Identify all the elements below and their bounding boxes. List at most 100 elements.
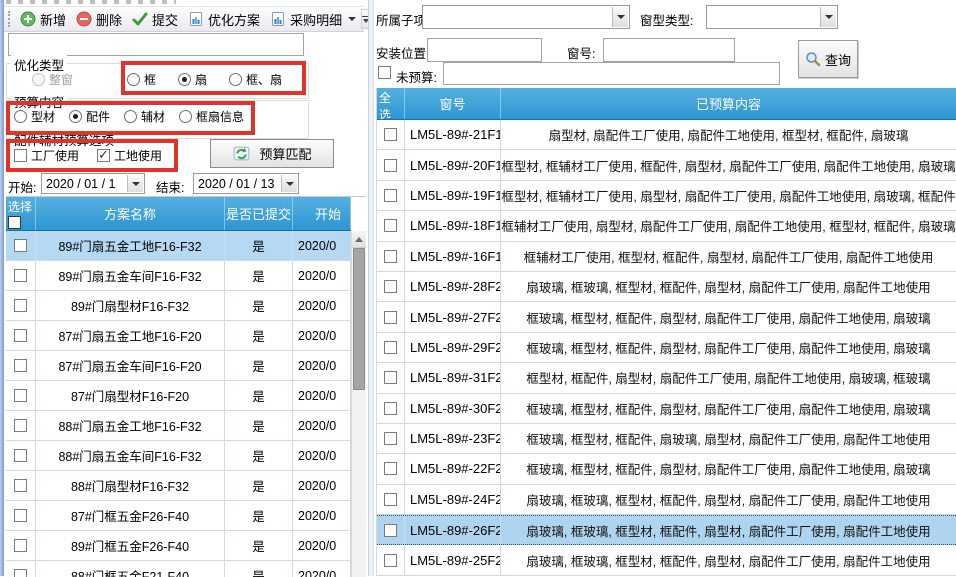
table-row[interactable]: 88#门扇五金车间F16-F32是2020/0 xyxy=(6,441,351,471)
table-row[interactable]: LM5L-89#-16F15框辅材工厂使用, 框型材, 框配件, 扇型材, 扇配… xyxy=(377,242,956,272)
row-checkbox[interactable] xyxy=(14,449,27,462)
row-checkbox[interactable] xyxy=(14,239,27,252)
chevron-down-icon[interactable] xyxy=(127,175,143,192)
table-row[interactable]: 89#门扇五金车间F16-F32是2020/0 xyxy=(6,261,351,291)
row-checkbox[interactable] xyxy=(14,389,27,402)
table-row[interactable]: 89#门框五金F26-F40是2020/0 xyxy=(6,531,351,561)
row-checkbox[interactable] xyxy=(14,509,27,522)
budget-content-column-header[interactable]: 已预算内容 xyxy=(501,88,956,119)
table-row[interactable]: LM5L-89#-21F19扇型材, 扇配件工厂使用, 扇配件工地使用, 框型材… xyxy=(377,120,956,150)
row-checkbox[interactable] xyxy=(384,371,397,384)
table-row[interactable]: 88#门框五金F21-F40是2020/0 xyxy=(6,561,351,577)
submitted-column-header[interactable]: 是否已提交 xyxy=(225,197,293,230)
table-row[interactable]: LM5L-89#-26F24扇玻璃, 框玻璃, 框型材, 框配件, 扇型材, 扇… xyxy=(377,515,956,545)
radio-accessory[interactable]: 配件 xyxy=(69,108,110,125)
table-row[interactable]: LM5L-89#-23F21框玻璃, 框型材, 框配件, 扇玻璃, 扇型材, 扇… xyxy=(377,424,956,454)
sub-item-combo[interactable] xyxy=(422,5,630,29)
no-budget-input[interactable] xyxy=(443,62,780,85)
table-row[interactable]: 87#门扇型材F16-F20是2020/0 xyxy=(6,381,351,411)
row-checkbox[interactable] xyxy=(14,359,27,372)
budget-match-button[interactable]: 预算匹配 xyxy=(210,139,334,168)
row-checkbox[interactable] xyxy=(384,280,397,293)
window-type-combo[interactable] xyxy=(706,5,838,29)
row-checkbox[interactable] xyxy=(384,219,397,232)
table-row[interactable]: LM5L-89#-25F23扇玻璃, 框玻璃, 框型材, 框配件, 扇型材, 扇… xyxy=(377,545,956,575)
table-row[interactable]: LM5L-89#-31F29框型材, 框配件, 扇型材, 扇配件工厂使用, 扇配… xyxy=(377,363,956,393)
chevron-down-icon[interactable] xyxy=(348,17,356,21)
plan-name-column-header[interactable]: 方案名称 xyxy=(36,197,225,230)
window-no-cell: LM5L-89#-16F15 xyxy=(405,242,501,271)
radio-whole-window[interactable]: 整窗 xyxy=(32,71,73,88)
table-row[interactable]: LM5L-89#-20F18框型材, 框辅材工厂使用, 框配件, 扇型材, 扇配… xyxy=(377,150,956,180)
query-button[interactable]: 查询 xyxy=(798,40,858,78)
submitted-cell: 是 xyxy=(225,411,293,440)
row-checkbox[interactable] xyxy=(14,269,27,282)
submit-button[interactable]: 提交 xyxy=(127,8,183,31)
table-row[interactable]: 87#门框五金F26-F40是2020/0 xyxy=(6,501,351,531)
row-checkbox[interactable] xyxy=(14,299,27,312)
row-checkbox[interactable] xyxy=(384,341,397,354)
table-row[interactable]: 88#门扇型材F16-F32是2020/0 xyxy=(6,471,351,501)
row-select-cell xyxy=(377,333,405,362)
row-checkbox[interactable] xyxy=(14,539,27,552)
table-row[interactable]: 87#门扇五金车间F16-F20是2020/0 xyxy=(6,351,351,381)
select-all-checkbox[interactable] xyxy=(8,216,21,229)
radio-profile[interactable]: 型材 xyxy=(14,108,55,125)
radio-frame[interactable]: 框 xyxy=(127,71,156,88)
table-row[interactable]: LM5L-89#-27F25框玻璃, 框型材, 框配件, 扇型材, 扇配件工厂使… xyxy=(377,302,956,332)
checkbox-factory-use[interactable]: 工厂使用 xyxy=(14,147,79,164)
row-checkbox[interactable] xyxy=(384,159,397,172)
table-row[interactable]: LM5L-89#-24F22扇玻璃, 框玻璃, 框型材, 框配件, 扇型材, 扇… xyxy=(377,485,956,515)
row-checkbox[interactable] xyxy=(14,329,27,342)
budget-content-cell: 扇玻璃, 框玻璃, 框型材, 框配件, 扇型材, 扇配件工厂使用, 扇配件工地使… xyxy=(501,272,956,301)
purchase-detail-button[interactable]: 采购明细 xyxy=(265,8,361,31)
scrollbar-thumb[interactable] xyxy=(353,248,365,390)
table-row[interactable]: 89#门扇型材F16-F32是2020/0 xyxy=(6,291,351,321)
submitted-cell: 是 xyxy=(225,381,293,410)
table-row[interactable]: LM5L-89#-29F27框玻璃, 框型材, 框配件, 扇型材, 扇配件工厂使… xyxy=(377,333,956,363)
row-checkbox[interactable] xyxy=(384,402,397,415)
row-checkbox[interactable] xyxy=(384,189,397,202)
add-button[interactable]: 新增 xyxy=(15,8,71,31)
end-date-picker[interactable]: 2020 / 01 / 13 xyxy=(193,173,299,194)
toolbar-grip-handle[interactable] xyxy=(8,11,10,27)
window-no-column-header[interactable]: 窗号 xyxy=(405,88,501,119)
vertical-scrollbar[interactable] xyxy=(351,231,366,577)
row-checkbox[interactable] xyxy=(14,479,27,492)
radio-aux-material[interactable]: 辅材 xyxy=(124,108,165,125)
chevron-down-icon[interactable] xyxy=(281,175,297,192)
chevron-down-icon[interactable] xyxy=(820,7,836,27)
table-row[interactable]: LM5L-89#-19F17框型材, 框辅材工厂使用, 扇型材, 扇配件工厂使用… xyxy=(377,181,956,211)
checkbox-site-use[interactable]: 工地使用 xyxy=(97,147,162,164)
table-row[interactable]: LM5L-89#-28F26扇玻璃, 框玻璃, 框型材, 框配件, 扇型材, 扇… xyxy=(377,272,956,302)
table-row[interactable]: LM5L-89#-22F20框玻璃, 框型材, 框配件, 扇型材, 扇配件工厂使… xyxy=(377,454,956,484)
row-checkbox[interactable] xyxy=(384,128,397,141)
start-column-header[interactable]: 开始 xyxy=(293,197,351,230)
table-row[interactable]: 88#门扇五金工地F16-F32是2020/0 xyxy=(6,411,351,441)
optimize-plan-button[interactable]: 优化方案 xyxy=(183,8,265,31)
plan-search-input[interactable] xyxy=(8,33,304,56)
no-budget-checkbox[interactable] xyxy=(378,66,391,79)
table-row[interactable]: LM5L-89#-30F28框玻璃, 框型材, 框配件, 扇型材, 扇配件工厂使… xyxy=(377,394,956,424)
submitted-cell: 是 xyxy=(225,561,293,577)
row-checkbox[interactable] xyxy=(384,554,397,567)
start-date-picker[interactable]: 2020 / 01 / 1 xyxy=(41,173,145,194)
table-row[interactable]: 87#门扇五金工地F16-F20是2020/0 xyxy=(6,321,351,351)
table-row[interactable]: LM5L-89#-18F16框辅材工厂使用, 扇型材, 扇配件工厂使用, 扇配件… xyxy=(377,211,956,241)
install-position-input[interactable] xyxy=(427,38,542,62)
radio-frame-sash[interactable]: 框、扇 xyxy=(229,71,282,88)
row-checkbox[interactable] xyxy=(384,524,397,537)
delete-button[interactable]: 删除 xyxy=(71,8,127,31)
radio-frame-sash-info[interactable]: 框扇信息 xyxy=(179,108,244,125)
window-no-input[interactable] xyxy=(603,38,735,62)
scroll-up-button[interactable] xyxy=(352,231,366,248)
row-checkbox[interactable] xyxy=(384,250,397,263)
row-checkbox[interactable] xyxy=(384,462,397,475)
row-checkbox[interactable] xyxy=(384,311,397,324)
row-checkbox[interactable] xyxy=(384,432,397,445)
row-checkbox[interactable] xyxy=(14,419,27,432)
row-checkbox[interactable] xyxy=(384,493,397,506)
radio-sash[interactable]: 扇 xyxy=(178,71,207,88)
table-row[interactable]: 89#门扇五金工地F16-F32是2020/0 xyxy=(6,231,351,261)
chevron-down-icon[interactable] xyxy=(612,7,628,27)
